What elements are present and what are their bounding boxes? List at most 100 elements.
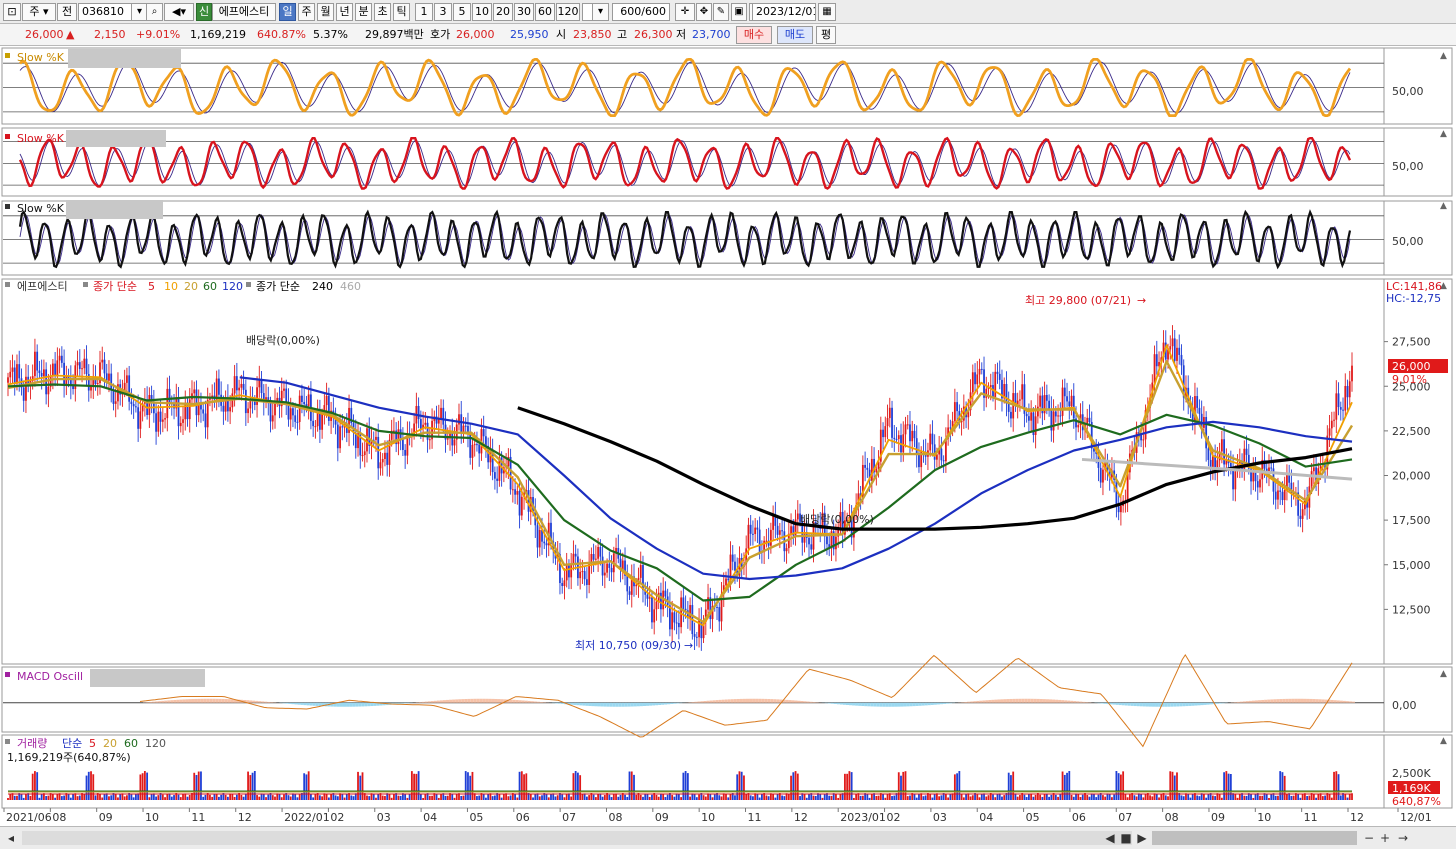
sell-button[interactable]: 매도 <box>777 26 813 44</box>
volume-bar <box>738 771 741 800</box>
avg-button[interactable]: 평 <box>816 26 836 44</box>
interval-1[interactable]: 1 <box>415 3 433 21</box>
candle-body <box>38 370 41 374</box>
volume-bar <box>482 794 485 800</box>
macd-histogram-bar <box>918 702 922 706</box>
time-tick-label: 03 <box>933 811 947 824</box>
candle-body <box>1301 509 1304 519</box>
candle-body <box>417 405 420 420</box>
zoom-in-icon[interactable]: + <box>1378 830 1392 846</box>
buy-button[interactable]: 매수 <box>736 26 772 44</box>
volume-bar <box>956 773 959 800</box>
volume-bar <box>45 796 48 800</box>
interval-30[interactable]: 30 <box>514 3 534 21</box>
interval-5[interactable]: 5 <box>453 3 471 21</box>
macd-histogram-bar <box>676 702 680 704</box>
interval-3[interactable]: 3 <box>434 3 452 21</box>
macd-histogram-bar <box>691 702 695 703</box>
candle-body <box>1030 412 1033 421</box>
volume-bar <box>823 794 826 800</box>
macd-histogram-bar <box>315 702 319 706</box>
count-input[interactable]: 600/600 <box>612 3 670 21</box>
volume-bar <box>1277 795 1279 800</box>
candle-body <box>440 407 442 419</box>
zoom-out-icon[interactable]: − <box>1362 830 1376 846</box>
search-icon[interactable]: ⌕ <box>146 3 163 21</box>
speaker-icon[interactable]: ◀▾ <box>164 3 194 21</box>
candle-body <box>1025 413 1028 417</box>
volume-bar <box>1317 793 1320 800</box>
stock-chart[interactable]: ▲▲▲▲▲▲ Slow %K Slow %K Slow %K 에프에스티 종가 … <box>0 46 1456 826</box>
macd-histogram-bar <box>152 701 156 703</box>
interval-20[interactable]: 20 <box>493 3 513 21</box>
window-icon[interactable]: ⊡ <box>3 3 21 21</box>
move-icon[interactable]: ✥ <box>696 3 712 21</box>
volume-bar <box>664 797 667 800</box>
scroll-bar[interactable]: ◂ ◀ ■ ▶ − + → <box>0 826 1456 849</box>
period-day[interactable]: 일 <box>279 3 296 21</box>
volume-bar <box>1167 796 1169 800</box>
volume-bar <box>574 771 577 800</box>
macd-histogram-bar <box>197 698 201 703</box>
volume-bar <box>949 793 952 800</box>
macd-histogram-bar <box>1270 699 1274 703</box>
candle-body <box>1223 439 1226 465</box>
volume-bar <box>435 794 438 800</box>
volume-bar <box>514 794 516 800</box>
dividend-annotation: 배당락(0,00%) <box>800 513 874 526</box>
bid-label: 호가 <box>430 28 451 41</box>
macd-histogram-bar <box>718 699 722 703</box>
period-week[interactable]: 주 <box>298 3 315 21</box>
chevron-down-icon[interactable]: ▾ <box>592 3 609 21</box>
volume-bar <box>437 797 440 800</box>
period-month[interactable]: 월 <box>317 3 334 21</box>
volume-bar <box>828 795 831 800</box>
candle-body <box>235 376 238 391</box>
candle-body <box>875 468 878 473</box>
period-second[interactable]: 초 <box>374 3 391 21</box>
volume-bar <box>1225 771 1228 800</box>
macd-histogram-bar <box>1342 700 1346 703</box>
period-year[interactable]: 년 <box>336 3 353 21</box>
scroll-left-icon[interactable]: ◂ <box>4 830 18 846</box>
volume-bar <box>585 796 588 800</box>
macd-histogram-bar <box>455 699 459 703</box>
volume-bar <box>195 774 198 800</box>
scroll-right-icon[interactable]: → <box>1396 830 1410 846</box>
macd-histogram-bar <box>600 702 604 707</box>
candle-body <box>496 478 499 481</box>
candle-body <box>765 540 768 542</box>
interval-120[interactable]: 120 <box>556 3 580 21</box>
macd-histogram-bar <box>894 702 898 707</box>
scroll-thumb[interactable] <box>1152 831 1357 845</box>
period-minute[interactable]: 분 <box>355 3 372 21</box>
rewind-icon[interactable]: ◀ <box>1103 830 1117 846</box>
play-icon[interactable]: ▶ <box>1135 830 1149 846</box>
save-icon[interactable]: ▣ <box>731 3 747 21</box>
candle-body <box>242 383 245 390</box>
macd-histogram-bar <box>582 702 586 706</box>
period-tick[interactable]: 틱 <box>393 3 410 21</box>
scroll-track[interactable] <box>22 831 1132 845</box>
interval-60[interactable]: 60 <box>535 3 555 21</box>
volume-bar <box>1086 795 1089 800</box>
period-type-select[interactable]: 주 ▾ <box>22 3 56 21</box>
draw-icon[interactable]: ✎ <box>713 3 729 21</box>
volume-bar <box>38 797 41 800</box>
volume-bar <box>455 793 458 800</box>
macd-histogram-bar <box>343 702 347 707</box>
prev-button[interactable]: 전 <box>57 3 77 21</box>
crosshair-icon[interactable]: ✛ <box>675 3 695 21</box>
interval-10[interactable]: 10 <box>472 3 492 21</box>
candle-body <box>1234 471 1237 490</box>
volume-ma-label: 단순 <box>62 737 82 750</box>
time-tick-label: 12 <box>238 811 252 824</box>
macd-histogram-bar <box>449 699 453 703</box>
macd-histogram-bar <box>1221 702 1225 704</box>
calendar-icon[interactable]: ▦ <box>818 3 836 21</box>
stop-icon[interactable]: ■ <box>1119 830 1133 846</box>
date-input[interactable]: 2023/12/01 <box>752 3 816 21</box>
volume-bar <box>1339 795 1342 800</box>
volume-bar <box>915 797 918 800</box>
macd-histogram-bar <box>730 699 734 703</box>
